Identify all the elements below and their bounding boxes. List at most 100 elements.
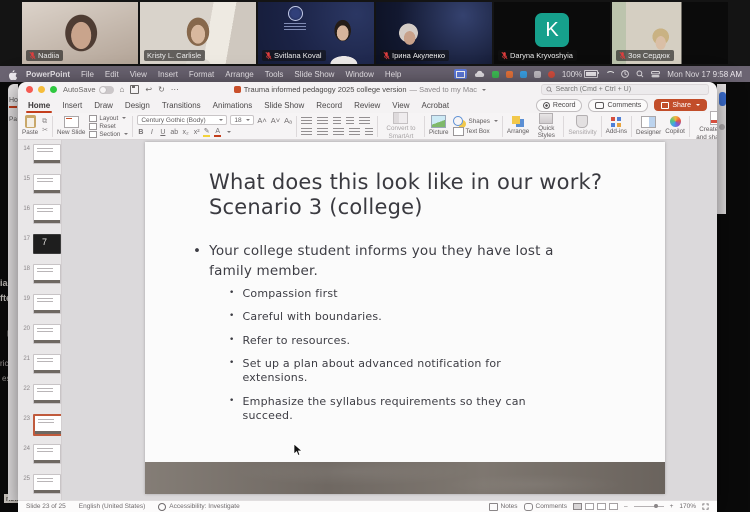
- search-input[interactable]: [556, 86, 704, 93]
- menu-item-insert[interactable]: Insert: [158, 70, 178, 79]
- title-chevron-down-icon[interactable]: [482, 89, 486, 93]
- align-left-icon[interactable]: [301, 128, 312, 136]
- superscript-icon[interactable]: x²: [193, 129, 200, 136]
- arrange-button[interactable]: Arrange: [507, 116, 529, 135]
- share-button[interactable]: Share: [654, 99, 707, 111]
- comments-button[interactable]: Comments: [588, 99, 648, 112]
- align-right-icon[interactable]: [333, 128, 344, 136]
- underline-icon[interactable]: U: [159, 129, 166, 136]
- increase-font-icon[interactable]: A˄: [257, 116, 266, 125]
- zoom-out-button[interactable]: –: [624, 503, 628, 510]
- designer-button[interactable]: Designer: [636, 116, 661, 136]
- strikethrough-icon[interactable]: ab: [170, 129, 178, 136]
- cloud-icon[interactable]: [474, 70, 485, 78]
- slide-thumbnail-panel[interactable]: 1415161771819202122232425: [18, 140, 62, 500]
- paste-button[interactable]: Paste: [22, 115, 38, 136]
- decrease-indent-icon[interactable]: [333, 117, 341, 125]
- normal-view-button[interactable]: [573, 503, 582, 510]
- sensitivity-button[interactable]: Sensitivity: [568, 115, 596, 136]
- font-size-select[interactable]: 18: [230, 115, 254, 125]
- recording-status-icon[interactable]: [548, 71, 555, 78]
- thumbnail-item[interactable]: 20: [18, 322, 61, 352]
- thumbnail-preview[interactable]: [33, 354, 61, 374]
- thumbnail-preview[interactable]: [33, 204, 61, 224]
- comments-panel-button[interactable]: Comments: [524, 503, 567, 511]
- search-box[interactable]: [541, 84, 709, 95]
- zoom-in-button[interactable]: +: [670, 503, 674, 510]
- tab-animations[interactable]: Animations: [213, 99, 253, 112]
- home-icon[interactable]: ⌂: [120, 85, 125, 94]
- thumbnail-preview[interactable]: [33, 324, 61, 344]
- app-status-icon-gray[interactable]: [534, 71, 541, 78]
- apple-logo-icon[interactable]: [8, 69, 17, 80]
- layout-button[interactable]: Layout: [89, 115, 128, 122]
- menu-item-arrange[interactable]: Arrange: [225, 70, 253, 79]
- thumbnail-item[interactable]: 18: [18, 262, 61, 292]
- menu-item-format[interactable]: Format: [189, 70, 214, 79]
- app-status-icon-blue[interactable]: [520, 71, 527, 78]
- thumbnail-item[interactable]: 25: [18, 472, 61, 500]
- app-status-icon-orange[interactable]: [506, 71, 513, 78]
- tab-record[interactable]: Record: [316, 99, 342, 112]
- accessibility-checker[interactable]: Accessibility: Investigate: [158, 503, 239, 511]
- minimize-window-button[interactable]: [38, 86, 45, 93]
- slide-number-indicator[interactable]: Slide 23 of 25: [26, 503, 66, 510]
- autosave-toggle[interactable]: [99, 86, 114, 94]
- tab-design[interactable]: Design: [125, 99, 150, 112]
- thumbnail-preview[interactable]: 7: [33, 234, 61, 254]
- participant-tile[interactable]: Svitlana Koval: [258, 2, 374, 64]
- menu-item-help[interactable]: Help: [385, 70, 401, 79]
- line-spacing-icon[interactable]: [359, 117, 370, 125]
- participant-tile[interactable]: Зоя Сердюк: [612, 2, 728, 64]
- control-center-icon[interactable]: [621, 70, 629, 78]
- menu-item-view[interactable]: View: [130, 70, 147, 79]
- thumbnail-preview[interactable]: [33, 264, 61, 284]
- participant-tile[interactable]: Kristy L. Carlisle: [140, 2, 256, 64]
- close-window-button[interactable]: [26, 86, 33, 93]
- zoom-level[interactable]: 170%: [679, 503, 696, 510]
- add-ins-button[interactable]: Add-ins: [606, 117, 627, 135]
- slide-sorter-view-button[interactable]: [585, 503, 594, 510]
- bullet-list-icon[interactable]: [301, 117, 312, 125]
- redo-icon[interactable]: ↻: [158, 85, 165, 94]
- thumbnail-item[interactable]: 16: [18, 202, 61, 232]
- font-color-icon[interactable]: A: [214, 128, 221, 137]
- record-button[interactable]: Record: [536, 99, 583, 112]
- justify-icon[interactable]: [349, 128, 360, 136]
- slideshow-view-button[interactable]: [609, 503, 618, 510]
- control-strip-icon[interactable]: [651, 71, 660, 78]
- decrease-font-icon[interactable]: A˅: [271, 116, 280, 125]
- thumbnail-item[interactable]: 14: [18, 142, 61, 172]
- thumbnail-preview[interactable]: [33, 414, 62, 436]
- thumbnail-item[interactable]: 21: [18, 352, 61, 382]
- thumbnail-preview[interactable]: [33, 174, 61, 194]
- zoom-slider[interactable]: [634, 506, 664, 507]
- app-status-icon-green[interactable]: [492, 71, 499, 78]
- columns-icon[interactable]: [365, 128, 373, 136]
- participant-tile[interactable]: Ірина Акуленко: [376, 2, 492, 64]
- reset-button[interactable]: Reset: [89, 123, 128, 130]
- tab-draw[interactable]: Draw: [94, 99, 113, 112]
- window-titlebar[interactable]: AutoSave ⌂ ↩ ↻ ⋯ Trauma informed pedagog…: [18, 82, 717, 97]
- tab-acrobat[interactable]: Acrobat: [422, 99, 450, 112]
- numbered-list-icon[interactable]: [317, 117, 328, 125]
- copilot-button[interactable]: Copilot: [665, 116, 685, 135]
- section-button[interactable]: Section: [89, 131, 128, 138]
- tab-home[interactable]: Home: [28, 99, 50, 112]
- screen-sharing-icon[interactable]: [454, 69, 467, 79]
- tab-review[interactable]: Review: [354, 99, 380, 112]
- menu-item-window[interactable]: Window: [345, 70, 373, 79]
- thumbnail-item[interactable]: 24: [18, 442, 61, 472]
- language-indicator[interactable]: English (United States): [79, 503, 145, 510]
- participant-tile[interactable]: KDaryna Kryvoshyia: [494, 2, 610, 64]
- subscript-icon[interactable]: x₂: [182, 129, 189, 136]
- reading-view-button[interactable]: [597, 503, 606, 510]
- bold-icon[interactable]: B: [137, 129, 144, 136]
- font-name-select[interactable]: Century Gothic (Body): [137, 115, 227, 125]
- undo-icon[interactable]: ↩: [145, 85, 152, 94]
- format-painter-icon[interactable]: ✂: [42, 127, 48, 134]
- fit-slide-icon[interactable]: [702, 503, 709, 510]
- new-slide-button[interactable]: New Slide: [57, 116, 85, 136]
- shapes-button[interactable]: Shapes: [453, 116, 498, 126]
- highlight-color-icon[interactable]: ✎: [203, 127, 210, 137]
